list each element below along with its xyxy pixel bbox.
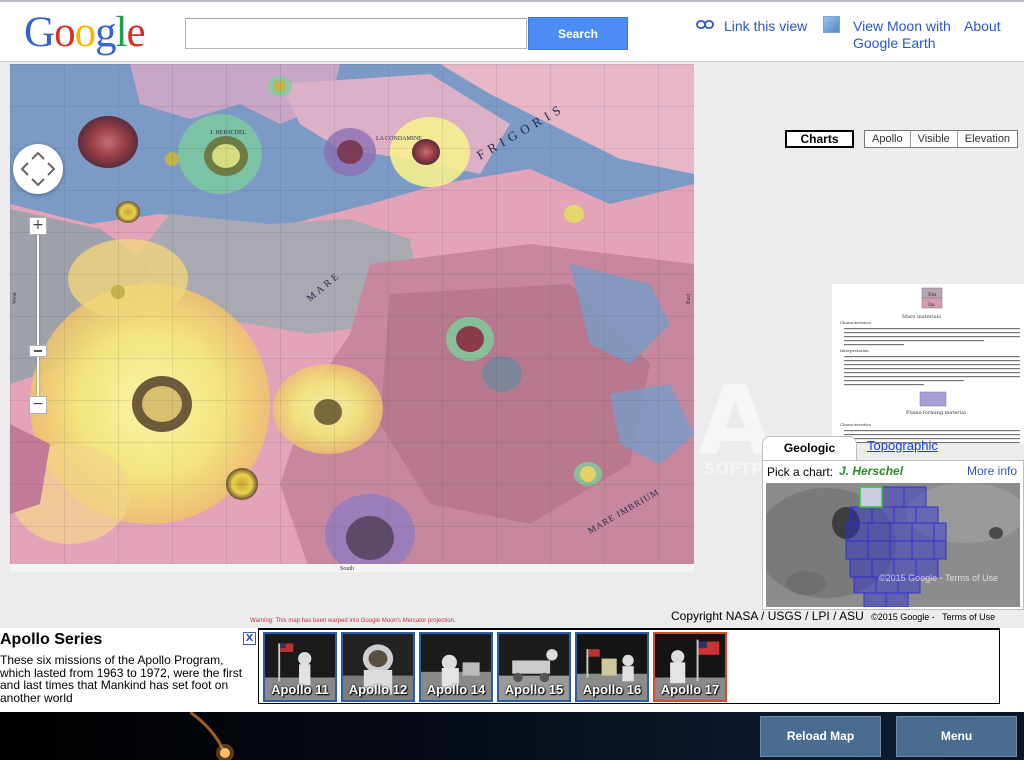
mission-label: Apollo 15 [504,682,564,697]
label-east: East [686,293,692,304]
charts-button[interactable]: Charts [785,130,854,148]
layer-buttons: Apollo Visible Elevation [864,130,1019,148]
google-logo[interactable]: Google [24,9,146,56]
link-icon[interactable] [696,19,714,30]
label-south: South [340,566,354,572]
chart-index-map[interactable] [766,483,1020,607]
logo-letter: o [54,9,75,56]
google-earth-icon[interactable] [823,16,840,33]
legend-characteristics-2: Characteristics [840,422,871,427]
zoom-in-button[interactable]: + [29,217,47,235]
mission-label: Apollo 11 [271,682,329,697]
logo-letter: G [24,9,55,56]
mission-apollo-16[interactable]: Apollo 16 [575,632,649,702]
map-copyright: Copyright NASA / USGS / LPI / ASU ©2015 … [671,609,995,623]
logo-letter: o [74,9,96,56]
label-west: West [12,292,18,304]
mission-strip: Apollo 11 Apollo 12 Apollo 14 Apollo 15 … [258,628,1000,704]
search-input[interactable] [185,18,527,49]
logo-letter: l [115,9,128,56]
apollo-series-panel: Apollo Series X These six missions of th… [0,628,1024,712]
legend-mare-materials: Mare materials [902,314,941,320]
mission-apollo-11[interactable]: Apollo 11 [263,632,337,702]
legend-box-a: Em [928,292,937,298]
comet-decoration [190,712,234,760]
series-description: These six missions of the Apollo Program… [0,654,243,704]
legend-interpretation: Interpretation [840,348,869,353]
tab-geologic[interactable]: Geologic [762,436,857,460]
label-herschel: J. HERSCHEL [210,130,247,136]
legend-box-b: Im [928,302,935,308]
selected-chart-name: J. Herschel [839,464,904,478]
pan-arrows-icon [20,151,56,187]
menu-button[interactable]: Menu [896,716,1017,757]
legend-plains-forming: Plains-forming material [906,410,966,416]
watermark-sub: SOFTP [704,459,763,478]
close-icon[interactable]: X [243,632,256,645]
series-title: Apollo Series [0,631,103,648]
logo-letter: g [95,9,116,56]
link-this-view-link[interactable]: Link this view [724,18,807,35]
mission-label: Apollo 16 [582,682,642,697]
mission-apollo-17[interactable]: Apollo 17 [653,632,727,702]
mission-label: Apollo 17 [660,682,720,697]
chart-picker-panel: Geologic Topographic Pick a chart: J. He… [762,436,1024,610]
mission-apollo-12[interactable]: Apollo 12 [341,632,415,702]
mission-label: Apollo 12 [348,682,408,697]
google-copyright: ©2015 Google - [871,612,935,622]
mini-map-copyright: ©2015 Google - Terms of Use [879,573,999,583]
pick-chart-label: Pick a chart: [767,465,834,479]
geologic-moon-chart[interactable]: FRIGORIS MARE MARE IMBRIUM LA CONDAMINE … [10,64,694,572]
view-in-google-earth-link[interactable]: View Moon with Google Earth [853,18,963,52]
header: Google Search Link this view View Moon w… [0,0,1024,62]
mission-apollo-15[interactable]: Apollo 15 [497,632,571,702]
layer-visible-button[interactable]: Visible [911,131,958,147]
app-window: Google Search Link this view View Moon w… [0,0,1024,760]
mission-label: Apollo 14 [426,682,486,697]
zoom-slider-track[interactable] [37,226,39,406]
zoom-slider-handle[interactable] [29,345,47,357]
layer-apollo-button[interactable]: Apollo [865,131,911,147]
chart-legend-graphic: Em Im Mare materials Characteristics Int… [840,287,1020,444]
terms-of-use-link[interactable]: Terms of Use [942,612,995,622]
reload-map-button[interactable]: Reload Map [760,716,881,757]
logo-letter: e [126,9,146,56]
layer-elevation-button[interactable]: Elevation [958,131,1017,147]
footer-bar: Reload Map Menu [0,712,1024,760]
pan-control[interactable] [13,144,63,194]
zoom-out-button[interactable]: − [29,396,47,414]
mission-apollo-14[interactable]: Apollo 14 [419,632,493,702]
map-copyright-text: Copyright NASA / USGS / LPI / ASU [671,609,864,623]
label-la-condamine: LA CONDAMINE [376,136,422,142]
search-button[interactable]: Search [528,17,628,50]
chart-legend-panel: Em Im Mare materials Characteristics Int… [832,284,1024,444]
tab-topographic[interactable]: Topographic [867,438,938,453]
about-link[interactable]: About [964,18,1001,35]
legend-characteristics: Characteristics [840,320,871,325]
chart-picker-body: Pick a chart: J. Herschel More info ©201… [762,460,1024,610]
more-info-link[interactable]: More info [967,464,1017,478]
map-warning-text: Warning: This map has been warped into G… [250,618,456,624]
